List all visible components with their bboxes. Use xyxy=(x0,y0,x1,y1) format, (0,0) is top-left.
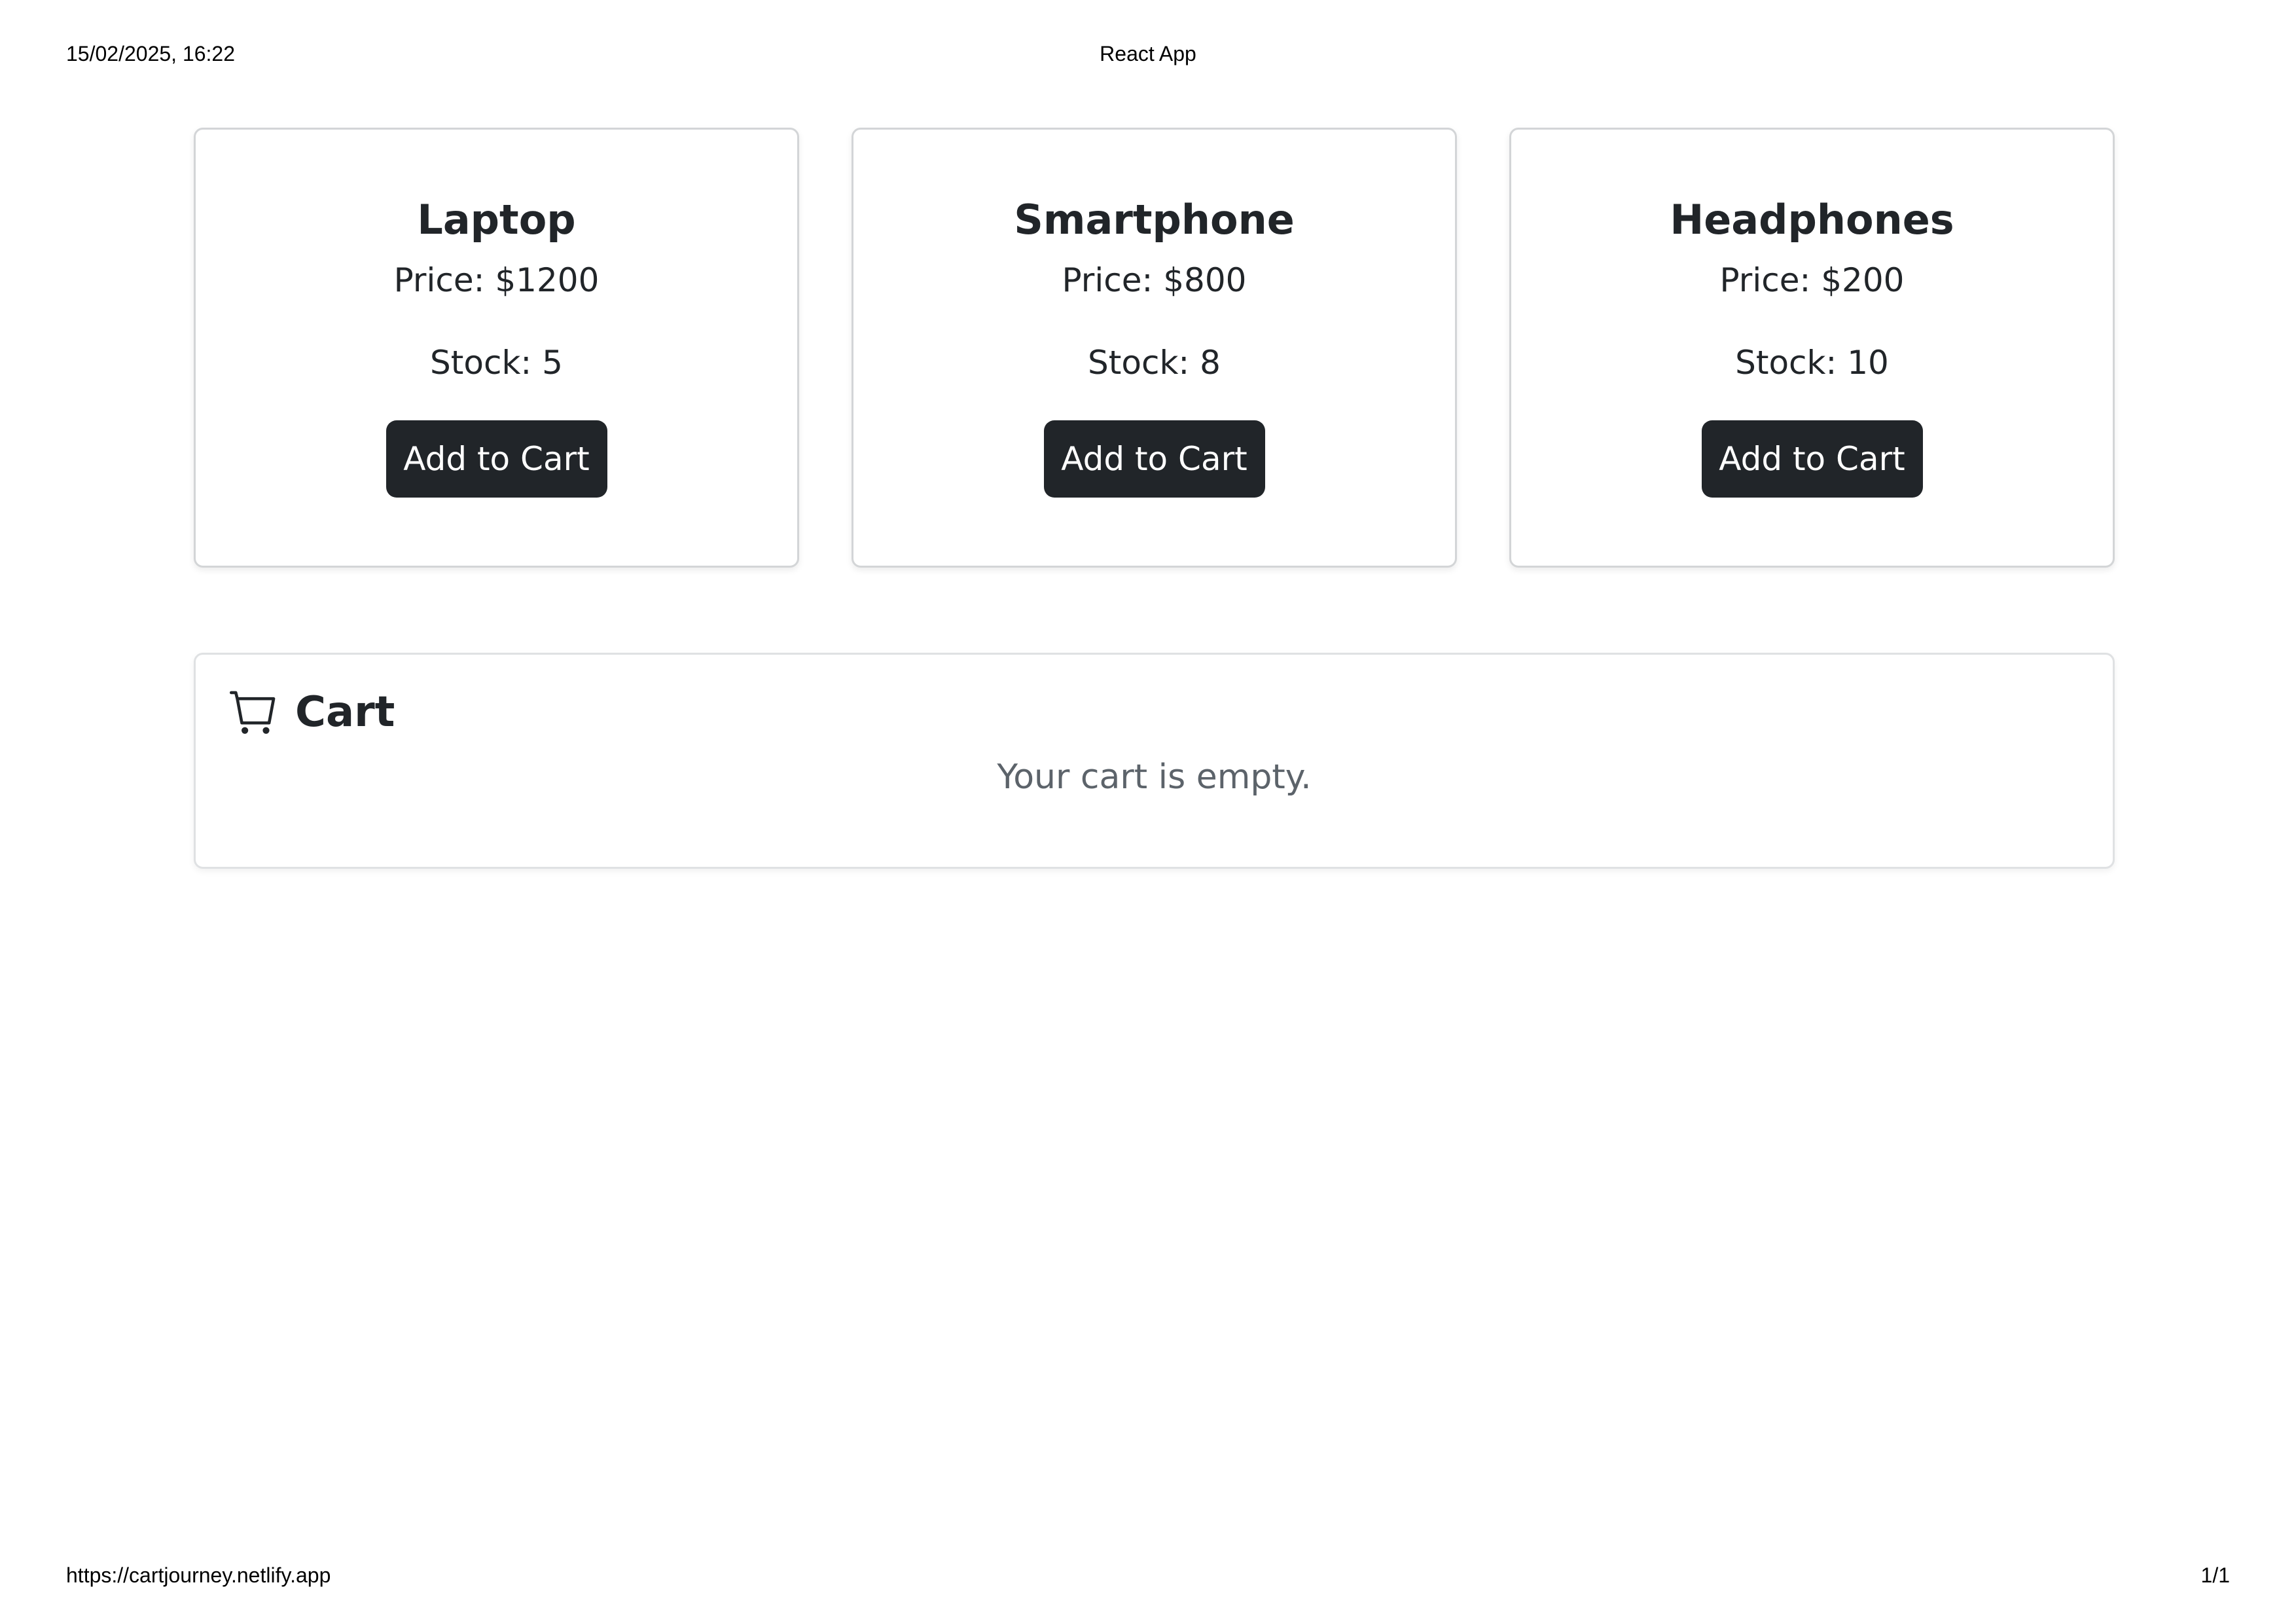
product-stock: Stock: 8 xyxy=(1088,344,1221,382)
product-card-smartphone: Smartphone Price: $800 Stock: 8 Add to C… xyxy=(852,128,1457,568)
product-name: Smartphone xyxy=(1014,196,1295,244)
product-price: Price: $800 xyxy=(1062,261,1247,299)
product-name: Headphones xyxy=(1670,196,1954,244)
print-page-number: 1/1 xyxy=(2200,1563,2230,1587)
cart-panel: Cart Your cart is empty. xyxy=(194,653,2115,869)
cart-empty-message: Your cart is empty. xyxy=(997,757,1312,797)
add-to-cart-button-laptop[interactable]: Add to Cart xyxy=(386,420,607,498)
add-to-cart-button-smartphone[interactable]: Add to Cart xyxy=(1043,420,1265,498)
print-page-title: React App xyxy=(1100,42,1196,65)
product-card-laptop: Laptop Price: $1200 Stock: 5 Add to Cart xyxy=(194,128,799,568)
product-card-headphones: Headphones Price: $200 Stock: 10 Add to … xyxy=(1509,128,2115,568)
cart-icon xyxy=(230,688,278,737)
product-stock: Stock: 5 xyxy=(430,344,563,382)
product-price: Price: $1200 xyxy=(393,261,600,299)
product-stock: Stock: 10 xyxy=(1735,344,1889,382)
cart-title: Cart xyxy=(295,688,395,737)
product-grid: Laptop Price: $1200 Stock: 5 Add to Cart… xyxy=(194,128,2115,568)
print-url: https://cartjourney.netlify.app xyxy=(66,1563,331,1587)
cart-header: Cart xyxy=(230,686,395,739)
product-price: Price: $200 xyxy=(1719,261,1905,299)
add-to-cart-button-headphones[interactable]: Add to Cart xyxy=(1701,420,1923,498)
product-name: Laptop xyxy=(417,196,576,244)
